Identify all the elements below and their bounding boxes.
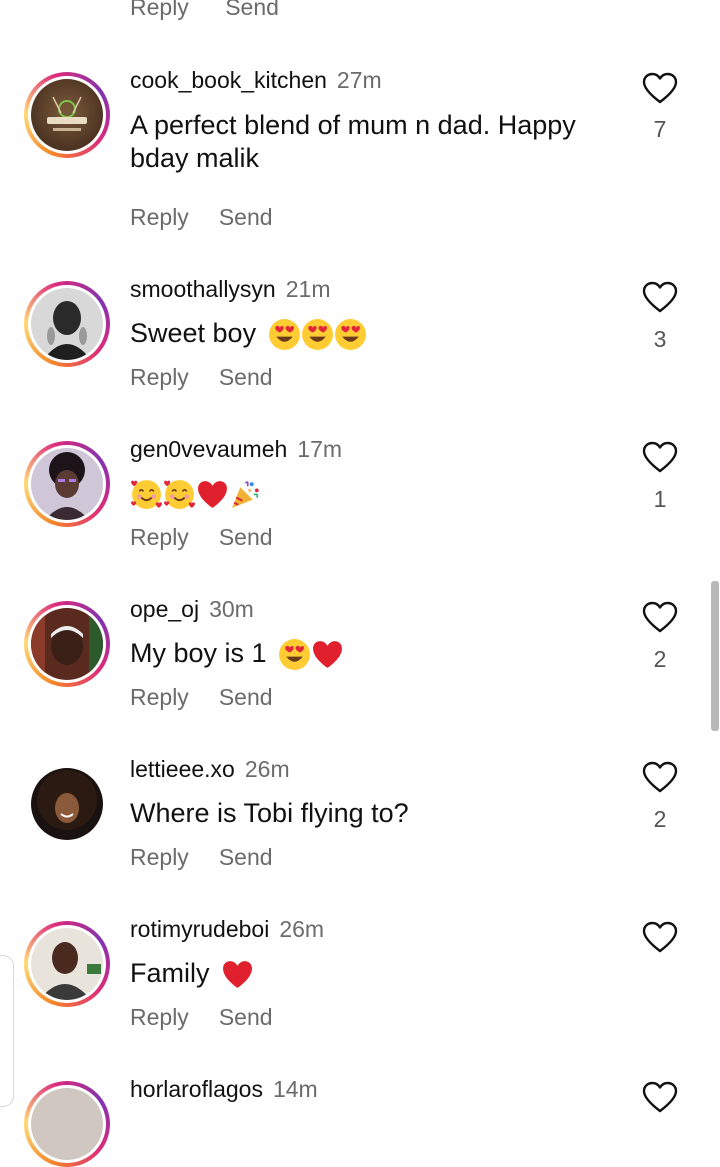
username[interactable]: gen0vevaumeh — [130, 436, 287, 462]
timestamp: 30m — [209, 596, 254, 622]
red-heart-emoji-icon — [196, 478, 229, 511]
comment-text-row: My boy is 1 — [130, 637, 620, 671]
comment-text: Where is Tobi flying to? — [130, 798, 409, 828]
username[interactable]: rotimyrudeboi — [130, 916, 269, 942]
like-heart-icon[interactable] — [642, 601, 678, 633]
send-button[interactable]: Send — [219, 364, 273, 391]
like-heart-icon[interactable] — [642, 761, 678, 793]
avatar — [31, 608, 103, 680]
side-panel-edge — [0, 955, 14, 1107]
timestamp: 14m — [272, 1076, 318, 1102]
red-heart-emoji-icon — [221, 958, 254, 991]
story-ring[interactable] — [24, 601, 110, 687]
heart-eyes-emoji-icon — [268, 318, 301, 351]
send-button[interactable]: Send — [219, 1004, 273, 1031]
reply-button[interactable]: Reply — [130, 204, 189, 231]
comment-text: Sweet boy — [130, 318, 257, 348]
avatar — [31, 79, 103, 151]
send-button[interactable]: Send — [219, 524, 273, 551]
username[interactable]: smoothallysyn — [130, 276, 276, 302]
like-heart-icon[interactable] — [642, 441, 678, 473]
avatar — [31, 1088, 103, 1160]
send-button[interactable]: Send — [219, 844, 273, 871]
story-ring[interactable] — [24, 72, 110, 158]
send-button[interactable]: Send — [219, 204, 273, 231]
comment-text-row — [130, 477, 620, 511]
username[interactable]: horlaroflagos — [130, 1076, 263, 1102]
reply-button[interactable]: Reply — [130, 684, 189, 711]
story-ring[interactable] — [24, 281, 110, 367]
reply-button[interactable]: Reply — [130, 364, 189, 391]
send-button[interactable]: Send — [219, 684, 273, 711]
like-heart-icon[interactable] — [642, 281, 678, 313]
reply-button[interactable]: Reply — [130, 0, 189, 20]
comment-text: My boy is 1 — [130, 638, 267, 668]
timestamp: 27m — [336, 67, 382, 93]
timestamp: 26m — [279, 916, 325, 942]
username[interactable]: ope_oj — [130, 596, 199, 622]
like-count: 1 — [653, 486, 667, 512]
story-ring[interactable] — [24, 1081, 110, 1167]
timestamp: 26m — [244, 756, 290, 782]
reply-button[interactable]: Reply — [130, 1004, 189, 1031]
like-count: 2 — [653, 646, 667, 672]
story-ring[interactable] — [24, 921, 110, 1007]
cookbook-logo-icon — [47, 96, 87, 131]
reply-button[interactable]: Reply — [130, 844, 189, 871]
heart-eyes-emoji-icon — [278, 638, 311, 671]
avatar — [31, 928, 103, 1000]
comment-text-row: Family — [130, 957, 620, 991]
like-count: 7 — [653, 116, 667, 142]
username[interactable]: cook_book_kitchen — [130, 67, 327, 93]
story-ring[interactable] — [24, 441, 110, 527]
timestamp: 21m — [285, 276, 331, 302]
avatar-wrap[interactable] — [24, 761, 110, 847]
smiling-face-with-hearts-emoji-icon — [130, 478, 163, 511]
avatar — [31, 768, 103, 840]
timestamp: 17m — [297, 436, 343, 462]
username[interactable]: lettieee.xo — [130, 756, 235, 782]
comment-text: Family — [130, 958, 210, 988]
like-heart-icon[interactable] — [642, 1081, 678, 1113]
like-heart-icon[interactable] — [642, 72, 678, 104]
comment-text: A perfect blend of mum n dad. Happy bday… — [130, 110, 576, 173]
smiling-face-with-hearts-emoji-icon — [163, 478, 196, 511]
avatar — [31, 288, 103, 360]
scrollbar[interactable] — [711, 581, 719, 731]
party-popper-emoji-icon — [229, 478, 262, 511]
reply-button[interactable]: Reply — [130, 524, 189, 551]
like-count: 2 — [653, 806, 667, 832]
red-heart-emoji-icon — [311, 638, 344, 671]
heart-eyes-emoji-icon — [334, 318, 367, 351]
avatar — [31, 448, 103, 520]
send-button[interactable]: Send — [225, 0, 279, 20]
like-heart-icon[interactable] — [642, 921, 678, 953]
like-count: 3 — [653, 326, 667, 352]
heart-eyes-emoji-icon — [301, 318, 334, 351]
partial-comment-actions: Reply Send — [130, 0, 279, 21]
comment-text-row: Sweet boy — [130, 317, 620, 351]
